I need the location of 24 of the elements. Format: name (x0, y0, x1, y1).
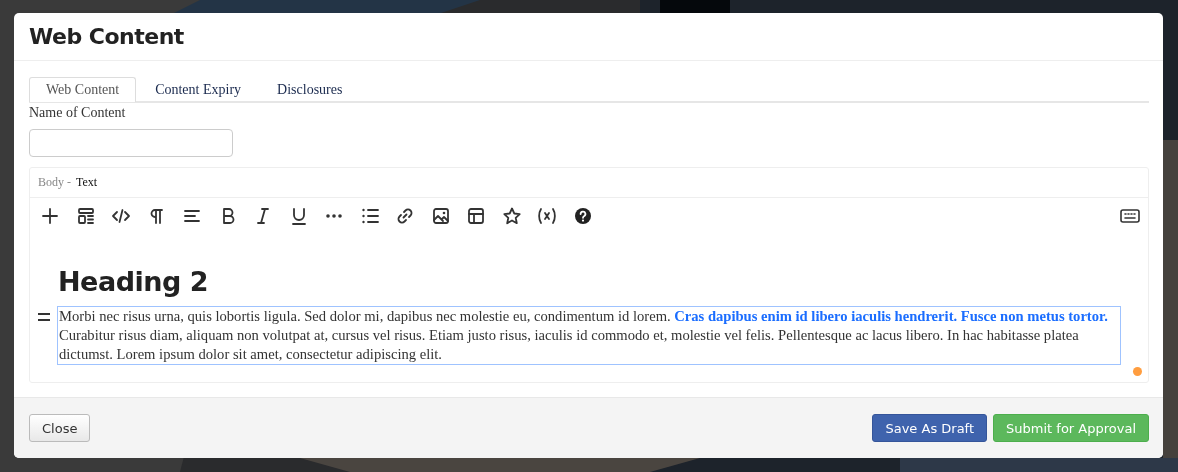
drag-handle-icon[interactable] (38, 313, 50, 321)
list-icon[interactable] (359, 206, 380, 226)
keyboard-icon[interactable] (1120, 209, 1140, 223)
tab[interactable]: Content Expiry (138, 77, 259, 102)
content-heading: Heading 2 (58, 265, 209, 299)
tab[interactable]: Disclosures (260, 77, 360, 102)
dialog-title: Web Content (29, 24, 184, 49)
field-type-label: Text (76, 175, 98, 190)
variable-icon[interactable] (537, 206, 557, 226)
table-icon[interactable] (466, 206, 486, 226)
close-button[interactable]: Close (29, 414, 91, 442)
layout-icon[interactable] (75, 206, 96, 226)
code-icon[interactable] (111, 206, 131, 226)
tab[interactable]: Web Content (29, 77, 137, 102)
name-input-field[interactable] (29, 129, 233, 157)
field-label: Name of Content (29, 105, 126, 122)
save-draft-button[interactable]: Save As Draft (872, 414, 988, 442)
help-icon[interactable] (572, 206, 593, 226)
link-icon[interactable] (395, 206, 415, 226)
star-icon[interactable] (501, 206, 522, 226)
image-icon[interactable] (430, 206, 451, 226)
paragraph-text[interactable]: Morbi nec risus urna, quis lobortis ligula. Sed dolor mi, dapibus nec molestie eu, condimentum id lorem. Cras dapibus enim id libero iaculis hendrerit. Fusce non metus tortor. Curabitur risus diam, aliquam non volutpat at, cursus vel risus. Etiam justo risus, iaculis id commodo et, molestie vel felis. Pellentesque ac lacus libero. In hac habitasse platea dictumst. Lorem ipsum dolor sit amet, consectetur adipiscing elit. (57, 306, 1121, 365)
add-icon[interactable] (40, 206, 60, 226)
field-label: Body - (38, 175, 71, 190)
